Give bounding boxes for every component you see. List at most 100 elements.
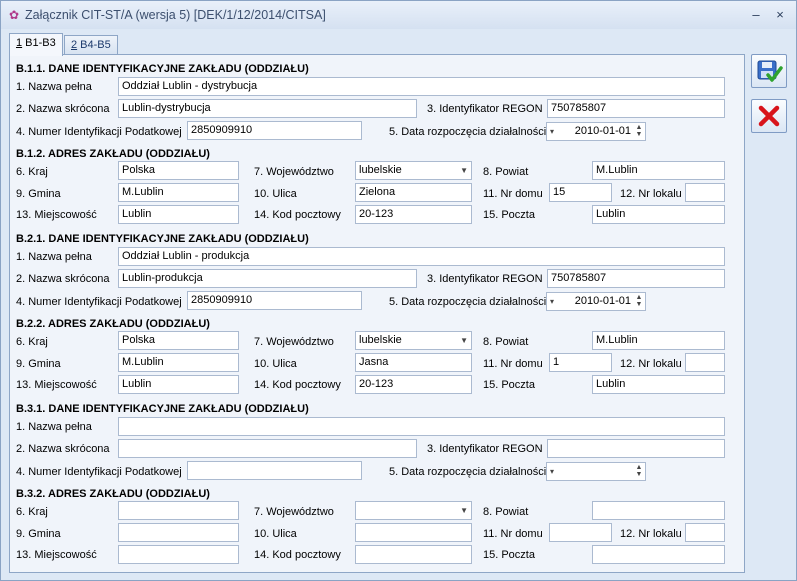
wojewodztwo-value: lubelskie <box>359 164 402 176</box>
block1-data-rozp-date[interactable]: ▾ 2010-01-01 ▲ ▼ <box>546 122 646 141</box>
block3-kod-pocztowy-label: 14. Kod pocztowy <box>254 549 341 561</box>
block3-nazwa-pelna-label: 1. Nazwa pełna <box>16 421 92 433</box>
block2-data-rozp-label: 5. Data rozpoczęcia działalności <box>389 296 547 308</box>
block3-ulica-input[interactable] <box>355 523 472 542</box>
block1-nr-lokalu-label: 12. Nr lokalu <box>620 188 682 200</box>
tab-b4-b5[interactable]: 2 B4-B5 <box>64 35 118 55</box>
block3-gmina-label: 9. Gmina <box>16 528 61 540</box>
tab-b1-b3-label: B1-B3 <box>22 37 56 49</box>
block3-nip-input[interactable] <box>187 461 362 480</box>
block2-nip-label: 4. Numer Identyfikacji Podatkowej <box>16 296 182 308</box>
block1-regon-label: 3. Identyfikator REGON <box>427 103 543 115</box>
block1-kod-pocztowy-label: 14. Kod pocztowy <box>254 209 341 221</box>
block2-miejscowosc-input[interactable]: Lublin <box>118 375 239 394</box>
block2-nr-domu-input[interactable]: 1 <box>549 353 612 372</box>
block1-poczta-input[interactable]: Lublin <box>592 205 725 224</box>
block2-nazwa-pelna-input[interactable]: Oddział Lublin - produkcja <box>118 247 725 266</box>
block3-nip-label: 4. Numer Identyfikacji Podatkowej <box>16 466 182 478</box>
block2-poczta-label: 15. Poczta <box>483 379 535 391</box>
close-button[interactable]: × <box>769 5 791 25</box>
date-value: 2010-01-01 <box>574 295 631 307</box>
chevron-down-icon[interactable]: ▼ <box>460 162 468 179</box>
block2-gmina-input[interactable]: M.Lublin <box>118 353 239 372</box>
block1-powiat-input[interactable]: M.Lublin <box>592 161 725 180</box>
block1-nip-input[interactable]: 2850909910 <box>187 121 362 140</box>
block2-kraj-label: 6. Kraj <box>16 336 48 348</box>
date-spin-icon[interactable]: ▲ ▼ <box>635 124 643 138</box>
date-dropdown-icon[interactable]: ▾ <box>550 293 554 310</box>
chevron-down-icon[interactable]: ▼ <box>460 502 468 519</box>
block3-wojewodztwo-select[interactable]: ▼ <box>355 501 472 520</box>
block3-miejscowosc-input[interactable] <box>118 545 239 564</box>
block2-wojewodztwo-label: 7. Województwo <box>254 336 334 348</box>
title-bar: ✿ Załącznik CIT-ST/A (wersja 5) [DEK/1/1… <box>1 1 796 29</box>
block1-nazwa-pelna-input[interactable]: Oddział Lublin - dystrybucja <box>118 77 725 96</box>
date-dropdown-icon[interactable]: ▾ <box>550 463 554 480</box>
block3-nr-lokalu-input[interactable] <box>685 523 725 542</box>
block1-gmina-label: 9. Gmina <box>16 188 61 200</box>
tab-b1-b3[interactable]: 1 B1-B3 <box>9 33 63 56</box>
cancel-button[interactable] <box>751 99 787 133</box>
block2-nazwa-skrocona-input[interactable]: Lublin-produkcja <box>118 269 417 288</box>
date-dropdown-icon[interactable]: ▾ <box>550 123 554 140</box>
block2-miejscowosc-label: 13. Miejscowość <box>16 379 97 391</box>
block3-powiat-input[interactable] <box>592 501 725 520</box>
block1-regon-input[interactable]: 750785807 <box>547 99 725 118</box>
minimize-button[interactable]: – <box>745 5 767 25</box>
tab-b4-b5-label: B4-B5 <box>77 39 111 51</box>
block3-regon-input[interactable] <box>547 439 725 458</box>
block2-powiat-input[interactable]: M.Lublin <box>592 331 725 350</box>
block1-wojewodztwo-label: 7. Województwo <box>254 166 334 178</box>
block1-nazwa-skrocona-input[interactable]: Lublin-dystrybucja <box>118 99 417 118</box>
block1-miejscowosc-label: 13. Miejscowość <box>16 209 97 221</box>
block1-ulica-input[interactable]: Zielona <box>355 183 472 202</box>
block2-poczta-input[interactable]: Lublin <box>592 375 725 394</box>
block2-nazwa-pelna-label: 1. Nazwa pełna <box>16 251 92 263</box>
chevron-down-icon[interactable]: ▼ <box>460 332 468 349</box>
block3-nazwa-pelna-input[interactable] <box>118 417 725 436</box>
cancel-icon <box>758 105 780 127</box>
date-spin-icon[interactable]: ▲ ▼ <box>635 294 643 308</box>
block1-gmina-input[interactable]: M.Lublin <box>118 183 239 202</box>
block3-kraj-input[interactable] <box>118 501 239 520</box>
block2-nazwa-skrocona-label: 2. Nazwa skrócona <box>16 273 110 285</box>
block2-powiat-label: 8. Powiat <box>483 336 529 348</box>
block2-gmina-label: 9. Gmina <box>16 358 61 370</box>
block3-gmina-input[interactable] <box>118 523 239 542</box>
block3-nr-domu-input[interactable] <box>549 523 612 542</box>
date-spin-icon[interactable]: ▲ ▼ <box>635 464 643 478</box>
block1-powiat-label: 8. Powiat <box>483 166 529 178</box>
block2-kod-pocztowy-input[interactable]: 20-123 <box>355 375 472 394</box>
block2-wojewodztwo-select[interactable]: lubelskie ▼ <box>355 331 472 350</box>
block2-data-rozp-date[interactable]: ▾ 2010-01-01 ▲ ▼ <box>546 292 646 311</box>
block2-ulica-input[interactable]: Jasna <box>355 353 472 372</box>
block3-powiat-label: 8. Powiat <box>483 506 529 518</box>
wojewodztwo-value: lubelskie <box>359 334 402 346</box>
block1-nr-domu-label: 11. Nr domu <box>483 188 543 200</box>
block3-nazwa-skrocona-input[interactable] <box>118 439 417 458</box>
block1-addr-header: B.1.2. ADRES ZAKŁADU (ODDZIAŁU) <box>16 148 210 160</box>
block1-id-header: B.1.1. DANE IDENTYFIKACYJNE ZAKŁADU (ODD… <box>16 63 309 75</box>
block1-nr-domu-input[interactable]: 15 <box>549 183 612 202</box>
block2-kraj-input[interactable]: Polska <box>118 331 239 350</box>
block1-wojewodztwo-select[interactable]: lubelskie ▼ <box>355 161 472 180</box>
block1-kod-pocztowy-input[interactable]: 20-123 <box>355 205 472 224</box>
block1-miejscowosc-input[interactable]: Lublin <box>118 205 239 224</box>
block3-regon-label: 3. Identyfikator REGON <box>427 443 543 455</box>
block3-nazwa-skrocona-label: 2. Nazwa skrócona <box>16 443 110 455</box>
block1-ulica-label: 10. Ulica <box>254 188 297 200</box>
block2-regon-input[interactable]: 750785807 <box>547 269 725 288</box>
block3-data-rozp-date[interactable]: ▾ ▲ ▼ <box>546 462 646 481</box>
save-button[interactable] <box>751 54 787 88</box>
block3-data-rozp-label: 5. Data rozpoczęcia działalności <box>389 466 547 478</box>
block1-nazwa-pelna-label: 1. Nazwa pełna <box>16 81 92 93</box>
block3-nr-lokalu-label: 12. Nr lokalu <box>620 528 682 540</box>
block3-nr-domu-label: 11. Nr domu <box>483 528 543 540</box>
block3-poczta-label: 15. Poczta <box>483 549 535 561</box>
block2-nr-lokalu-input[interactable] <box>685 353 725 372</box>
block1-nr-lokalu-input[interactable] <box>685 183 725 202</box>
block2-nip-input[interactable]: 2850909910 <box>187 291 362 310</box>
block3-kod-pocztowy-input[interactable] <box>355 545 472 564</box>
block3-poczta-input[interactable] <box>592 545 725 564</box>
block1-kraj-input[interactable]: Polska <box>118 161 239 180</box>
